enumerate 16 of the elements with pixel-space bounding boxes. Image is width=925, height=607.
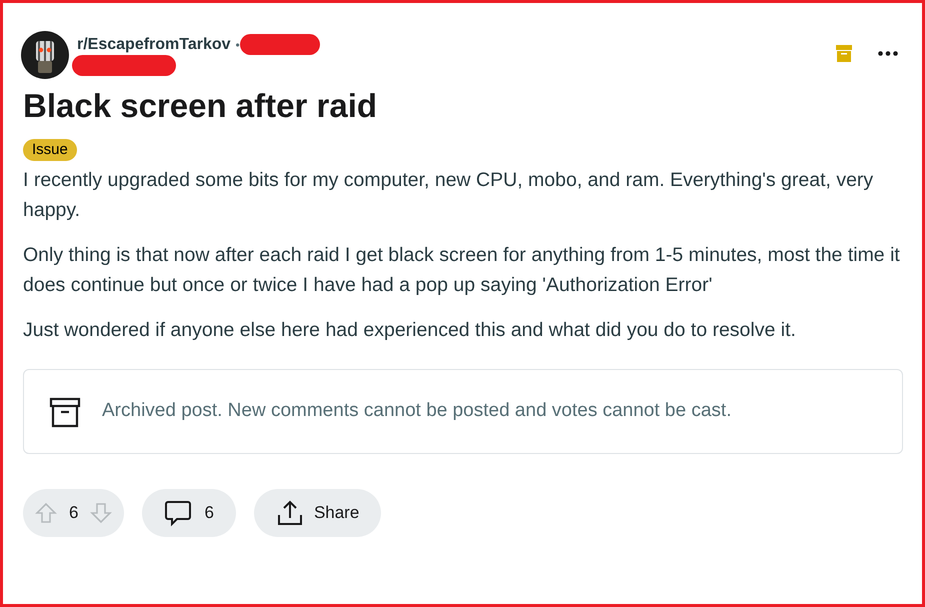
separator-dot: • — [236, 36, 240, 54]
archive-icon — [49, 396, 81, 428]
post-paragraph: Only thing is that now after each raid I get black screen for anything from 1-5 minutes, most the time it does continue but once or twice I have had a pop up saying 'Authorization Error' — [23, 243, 901, 298]
post-paragraph: Just wondered if anyone else here had experienced this and what did you do to resolve it. — [23, 318, 797, 343]
vote-count: 6 — [68, 502, 80, 524]
flair-tag[interactable]: Issue — [23, 139, 77, 161]
avatar-icon[interactable] — [21, 31, 69, 79]
subreddit-name[interactable]: r/EscapefromTarkov — [77, 34, 231, 54]
more-options-icon[interactable] — [878, 51, 898, 56]
comments-button[interactable]: 6 — [142, 489, 236, 537]
share-button[interactable]: Share — [254, 489, 382, 537]
share-icon — [276, 499, 304, 527]
post-paragraph: I recently upgraded some bits for my computer, new CPU, mobo, and ram. Everything's great, very happy. — [23, 168, 874, 223]
post-title: Black screen after raid — [23, 86, 378, 126]
archived-notice: Archived post. New comments cannot be posted and votes cannot be cast. — [102, 399, 732, 424]
comment-icon — [164, 499, 192, 527]
